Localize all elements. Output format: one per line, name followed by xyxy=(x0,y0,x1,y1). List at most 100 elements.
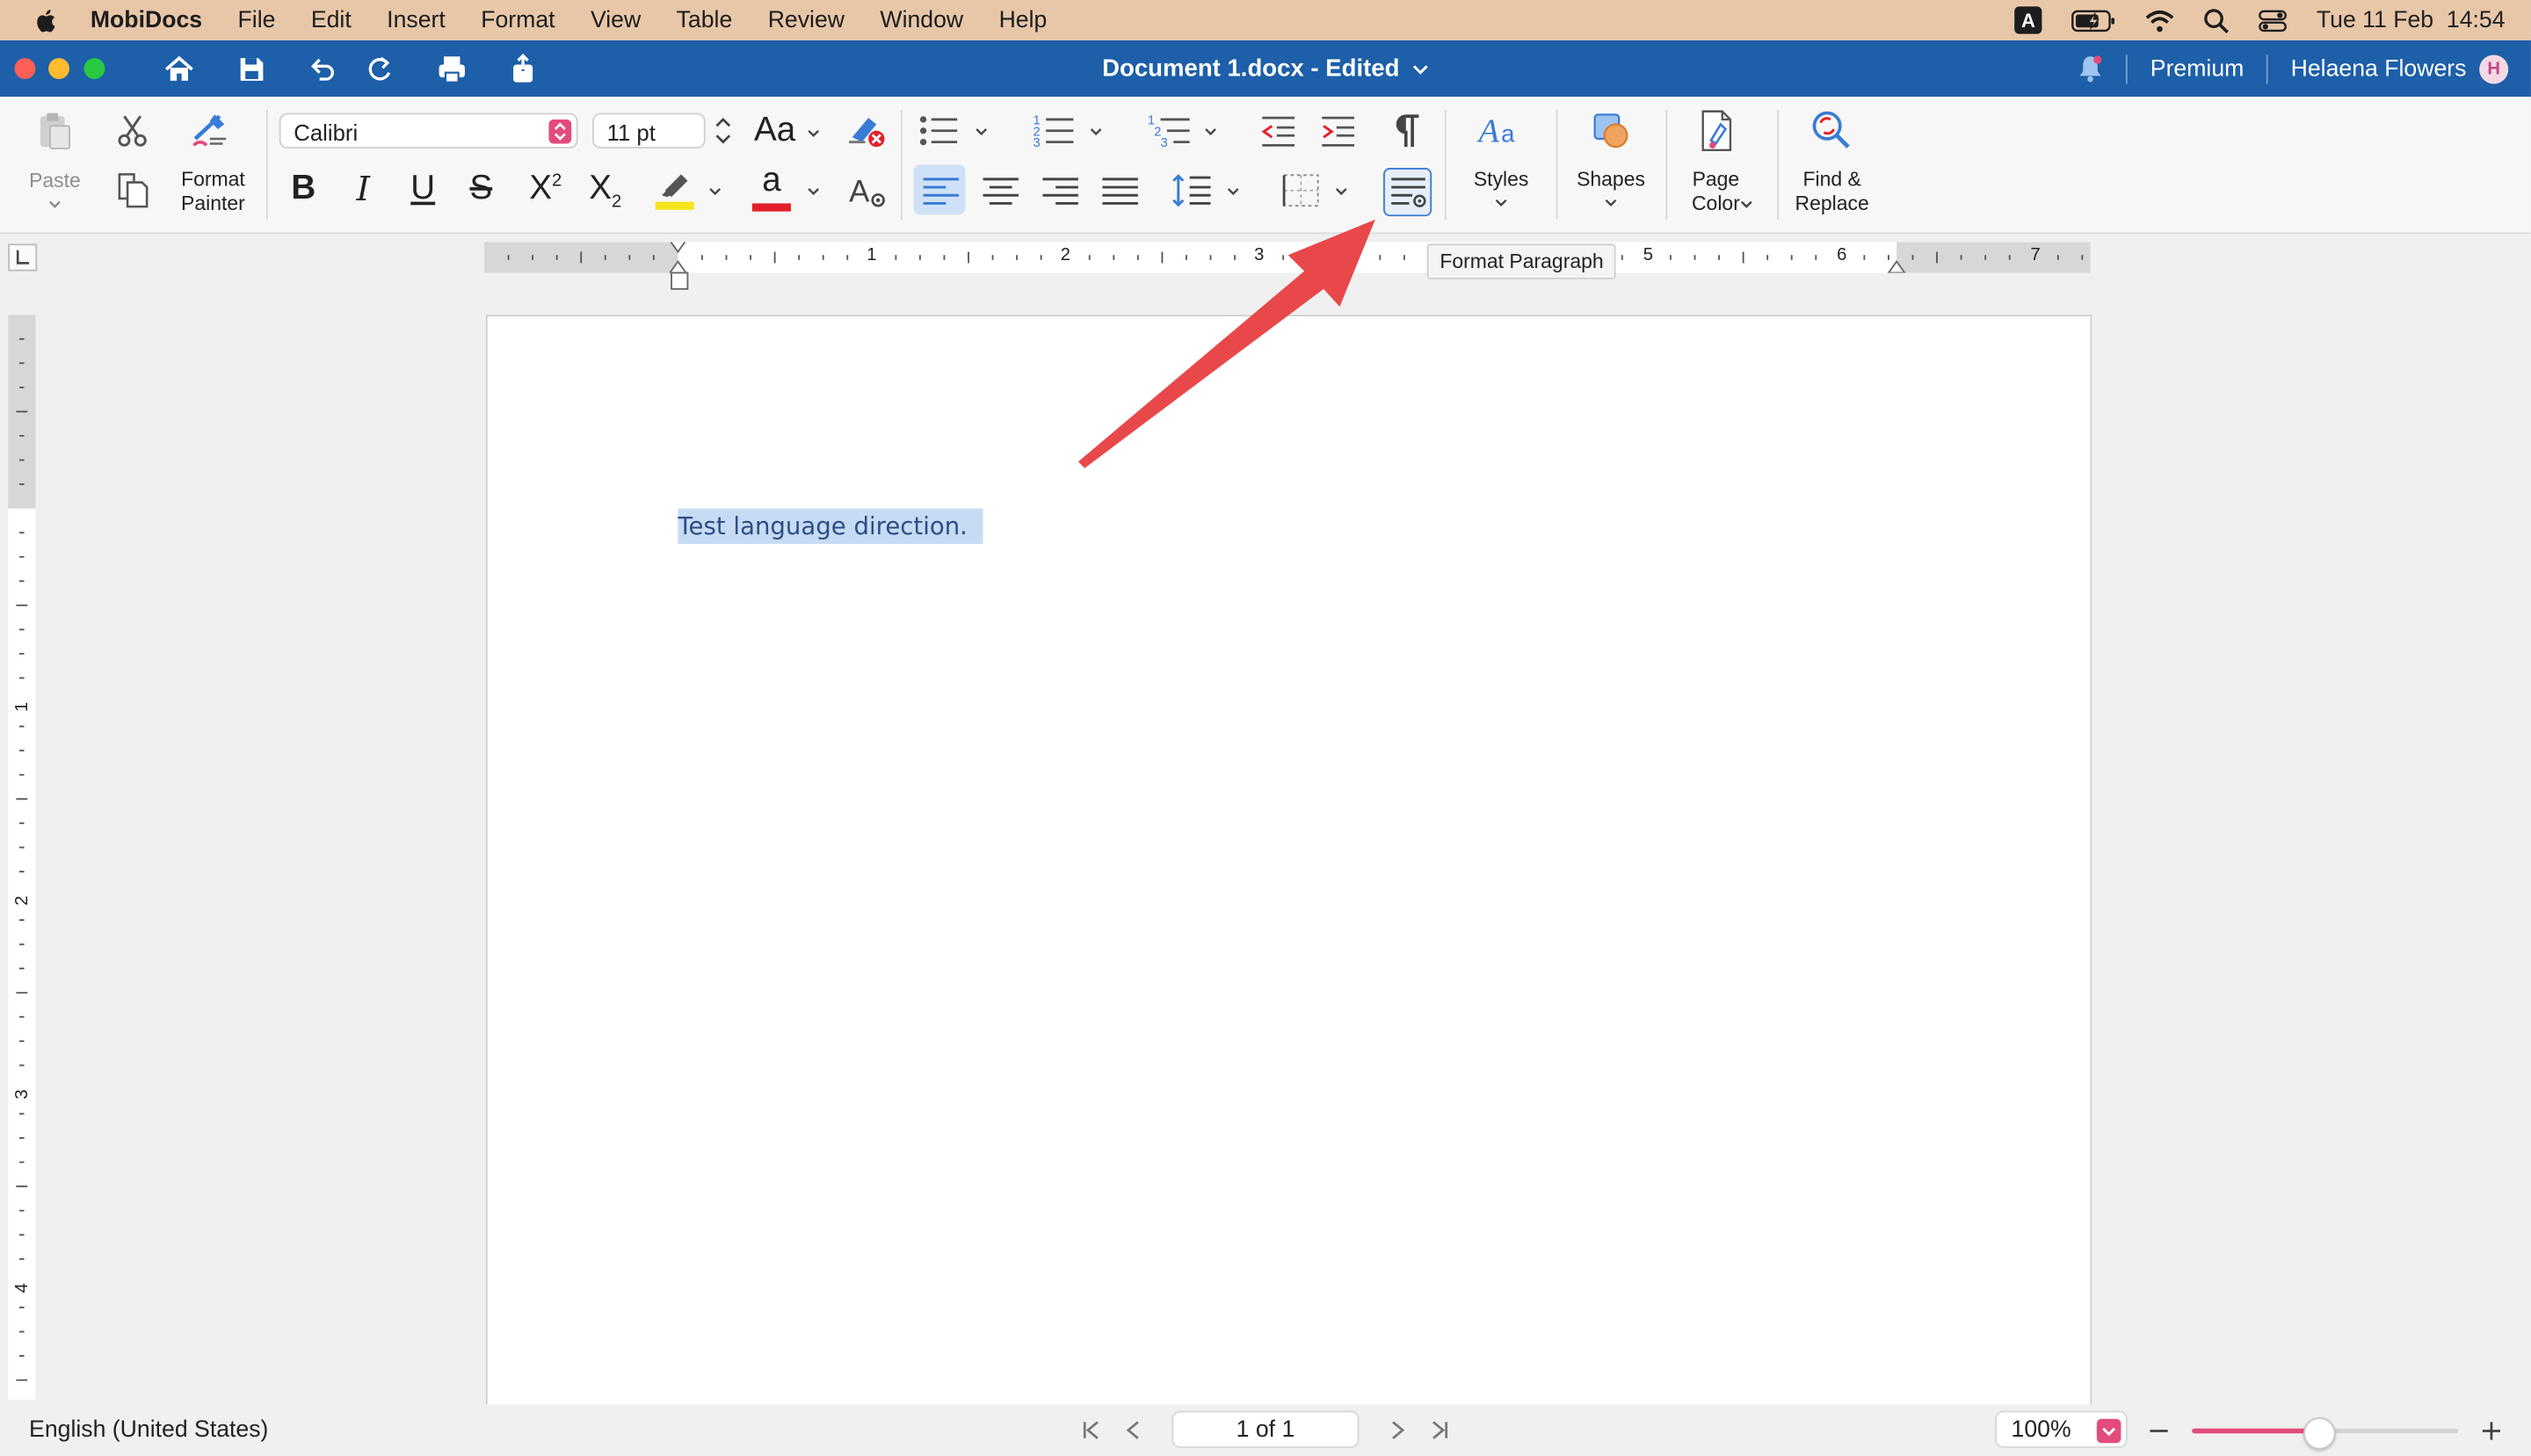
input-source-icon[interactable]: A xyxy=(2014,6,2042,34)
control-center-icon[interactable] xyxy=(2259,7,2288,33)
align-center-icon[interactable] xyxy=(982,176,1020,205)
page-color-icon[interactable] xyxy=(1696,108,1738,153)
align-right-icon[interactable] xyxy=(1041,176,1080,205)
shapes-icon[interactable] xyxy=(1590,110,1632,152)
next-page-icon[interactable] xyxy=(1387,1419,1410,1442)
notification-bell-icon[interactable] xyxy=(2078,54,2103,83)
ruler-number-7: 7 xyxy=(2031,245,2041,264)
zoom-slider-thumb[interactable] xyxy=(2303,1416,2335,1450)
font-name-select[interactable]: Calibri xyxy=(279,112,578,149)
change-case-chevron-down-icon[interactable] xyxy=(807,127,820,141)
styles-label[interactable]: Styles xyxy=(1461,168,1541,192)
increase-indent-icon[interactable] xyxy=(1319,113,1358,148)
menu-view[interactable]: View xyxy=(591,7,641,33)
line-spacing-icon[interactable] xyxy=(1171,171,1213,210)
battery-icon[interactable] xyxy=(2071,9,2116,32)
paste-icon[interactable] xyxy=(35,110,74,152)
last-page-icon[interactable] xyxy=(1428,1419,1451,1442)
vertical-ruler[interactable]: 1 2 3 4 xyxy=(8,315,36,1400)
divider xyxy=(1665,109,1668,220)
format-painter-label[interactable]: Format Painter xyxy=(162,168,265,216)
multilevel-list-chevron-down-icon[interactable] xyxy=(1204,126,1217,139)
borders-icon[interactable] xyxy=(1281,173,1320,208)
paste-label[interactable]: Paste xyxy=(16,170,93,194)
menu-window[interactable]: Window xyxy=(880,7,963,33)
menu-edit[interactable]: Edit xyxy=(311,7,352,33)
shapes-label[interactable]: Shapes xyxy=(1566,168,1657,192)
styles-icon[interactable]: A a xyxy=(1477,110,1526,152)
divider xyxy=(266,109,268,220)
format-painter-icon[interactable] xyxy=(191,110,233,152)
font-size-input[interactable]: 11 pt xyxy=(592,112,706,149)
line-spacing-chevron-down-icon[interactable] xyxy=(1227,185,1240,199)
styles-chevron-down-icon[interactable] xyxy=(1495,197,1508,210)
find-replace-label[interactable]: Find & Replace xyxy=(1782,168,1882,216)
apple-logo-icon[interactable] xyxy=(33,5,62,34)
shapes-chevron-down-icon[interactable] xyxy=(1605,197,1618,210)
cut-icon[interactable] xyxy=(116,113,149,148)
highlight-pen-icon[interactable] xyxy=(652,168,697,213)
premium-link[interactable]: Premium xyxy=(2150,55,2245,81)
language-indicator[interactable]: English (United States) xyxy=(29,1417,268,1443)
clear-formatting-icon[interactable] xyxy=(845,112,888,150)
strikethrough-button[interactable]: S xyxy=(461,170,500,208)
numbered-list-icon[interactable]: 1 2 3 xyxy=(1033,112,1075,150)
find-replace-icon[interactable] xyxy=(1808,108,1856,153)
v-ruler-number-2: 2 xyxy=(12,895,32,905)
wifi-icon[interactable] xyxy=(2145,9,2174,32)
menu-app-name[interactable]: MobiDocs xyxy=(91,7,202,33)
decrease-indent-icon[interactable] xyxy=(1259,113,1298,148)
zoom-slider[interactable] xyxy=(2192,1416,2459,1450)
font-size-stepper-icon[interactable] xyxy=(712,113,735,148)
numbered-list-chevron-down-icon[interactable] xyxy=(1090,126,1103,139)
menu-insert[interactable]: Insert xyxy=(387,7,446,33)
document-page[interactable] xyxy=(485,315,2092,1416)
vertical-ruler-ticks: 1 2 3 4 xyxy=(12,337,32,1381)
font-name-stepper-icon[interactable] xyxy=(548,119,572,144)
menu-table[interactable]: Table xyxy=(677,7,733,33)
spotlight-search-icon[interactable] xyxy=(2203,7,2230,33)
font-color-chevron-down-icon[interactable] xyxy=(807,185,820,199)
menu-help[interactable]: Help xyxy=(999,7,1048,33)
text-effects-icon[interactable]: A xyxy=(849,174,888,209)
menu-format[interactable]: Format xyxy=(481,7,555,33)
bullet-list-chevron-down-icon[interactable] xyxy=(975,126,988,139)
format-paragraph-icon[interactable] xyxy=(1389,176,1428,211)
divider xyxy=(1777,109,1780,220)
page-indicator[interactable]: 1 of 1 xyxy=(1171,1410,1360,1448)
avatar[interactable]: H xyxy=(2479,54,2509,83)
zoom-in-icon[interactable] xyxy=(2481,1421,2502,1442)
bullet-list-icon[interactable] xyxy=(918,113,961,148)
divider xyxy=(1444,109,1447,220)
subscript-button[interactable]: X2 xyxy=(583,170,627,212)
svg-text:A: A xyxy=(849,175,870,209)
zoom-out-icon[interactable] xyxy=(2149,1421,2170,1442)
page-color-chevron-down-icon[interactable] xyxy=(1740,199,1753,212)
show-formatting-marks-icon[interactable] xyxy=(1391,112,1424,150)
align-left-icon[interactable] xyxy=(922,176,961,205)
underline-button[interactable]: U xyxy=(403,170,442,208)
change-case-button[interactable]: Aa xyxy=(751,112,799,150)
font-color-button[interactable]: a xyxy=(751,162,793,200)
italic-button[interactable]: I xyxy=(344,170,382,208)
zoom-select[interactable]: 100% xyxy=(1995,1410,2128,1448)
selected-document-text[interactable]: Test language direction. xyxy=(678,508,984,545)
borders-chevron-down-icon[interactable] xyxy=(1335,185,1348,199)
previous-page-icon[interactable] xyxy=(1122,1419,1145,1442)
bold-button[interactable]: B xyxy=(284,170,323,208)
user-name[interactable]: Helaena Flowers xyxy=(2291,55,2467,81)
zoom-dropdown-icon[interactable] xyxy=(2096,1418,2121,1444)
clock[interactable]: Tue 11 Feb 14:54 xyxy=(2317,7,2506,33)
tab-stop-selector[interactable] xyxy=(8,243,38,272)
justify-icon[interactable] xyxy=(1101,176,1140,205)
superscript-button[interactable]: X2 xyxy=(523,170,568,208)
document-title-text: Document 1.docx - Edited xyxy=(1102,54,1400,83)
paste-chevron-down-icon[interactable] xyxy=(48,199,62,212)
menu-review[interactable]: Review xyxy=(768,7,845,33)
left-indent-marker-icon[interactable] xyxy=(670,272,689,291)
copy-icon[interactable] xyxy=(114,171,149,210)
multilevel-list-icon[interactable]: 1 2 3 xyxy=(1148,112,1193,150)
menu-file[interactable]: File xyxy=(238,7,276,33)
first-page-icon[interactable] xyxy=(1080,1419,1103,1442)
highlight-chevron-down-icon[interactable] xyxy=(708,185,722,199)
